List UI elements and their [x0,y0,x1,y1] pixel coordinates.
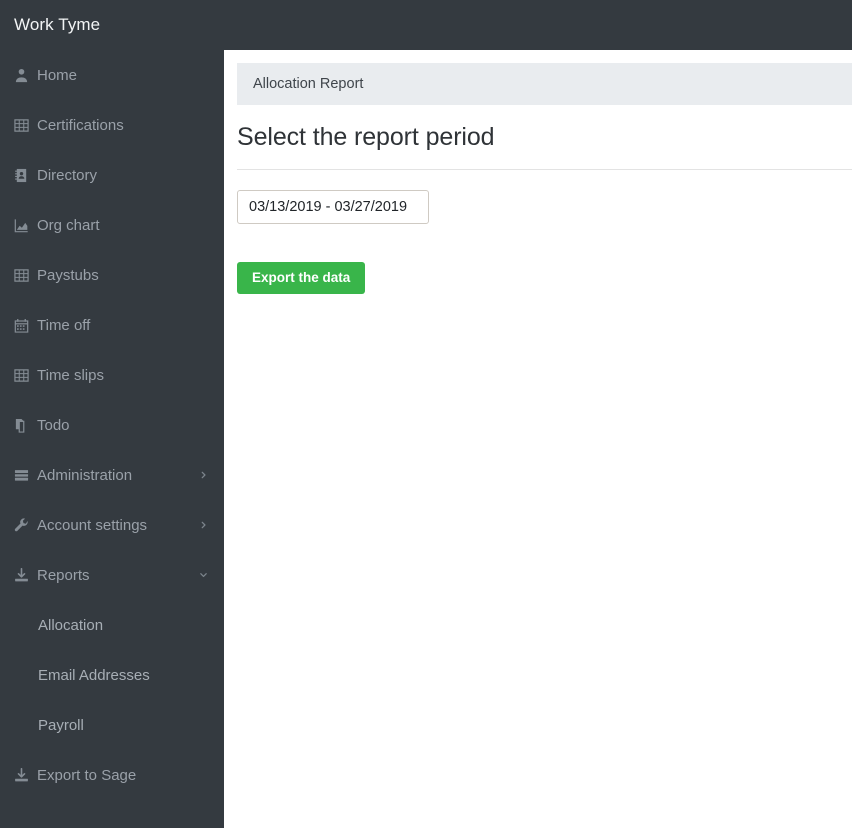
server-list-icon [14,468,36,483]
main-area: Allocation Report Select the report peri… [224,0,852,828]
sidebar-item-todo[interactable]: Todo [0,400,224,450]
sidebar-item-label: Account settings [37,516,148,534]
sidebar: Work Tyme Home Certifications Directory Org… [0,0,224,828]
sidebar-item-label: Org chart [37,216,100,234]
table-icon [14,268,36,283]
sidebar-subitem-payroll[interactable]: Payroll [0,700,224,750]
sidebar-item-label: Paystubs [37,266,99,284]
sidebar-item-label: Home [37,66,78,84]
sidebar-item-administration[interactable]: Administration [0,450,224,500]
sidebar-item-org-chart[interactable]: Org chart [0,200,224,250]
sidebar-item-label: Directory [37,166,98,184]
sidebar-item-label: Time slips [37,366,104,384]
panel-heading: Allocation Report [237,63,852,105]
sidebar-item-export-to-sage[interactable]: Export to Sage [0,750,224,800]
table-icon [14,368,36,383]
date-range-input[interactable] [237,190,429,224]
sidebar-nav: Home Certifications Directory Org chart Pays… [0,50,224,800]
user-icon [14,68,36,83]
sidebar-item-label: Reports [37,566,90,584]
chevron-down-icon[interactable] [199,571,208,580]
sidebar-item-time-off[interactable]: Time off [0,300,224,350]
sidebar-item-reports[interactable]: Reports [0,550,224,600]
sidebar-subitem-email-addresses[interactable]: Email Addresses [0,650,224,700]
page-title: Select the report period [237,123,495,151]
download-icon [14,567,36,583]
panel-heading-label: Allocation Report [253,76,364,92]
chevron-right-icon[interactable] [199,521,208,530]
sidebar-subitem-label: Allocation [38,616,104,634]
sidebar-item-label: Certifications [37,116,124,134]
download-icon [14,767,36,783]
sidebar-item-certifications[interactable]: Certifications [0,100,224,150]
sidebar-subitem-label: Payroll [38,716,84,734]
app-root: Work Tyme Home Certifications Directory Org… [0,0,852,828]
calendar-icon [14,318,36,333]
sidebar-item-time-slips[interactable]: Time slips [0,350,224,400]
report-form: Export the data [237,170,852,294]
copy-files-icon [14,418,36,433]
area-chart-icon [14,218,36,233]
sidebar-item-home[interactable]: Home [0,50,224,100]
sidebar-subitem-allocation[interactable]: Allocation [0,600,224,650]
table-icon [14,118,36,133]
sidebar-item-label: Export to Sage [37,766,137,784]
sidebar-item-label: Todo [37,416,70,434]
sidebar-subitem-label: Email Addresses [38,666,150,684]
wrench-icon [14,517,36,533]
address-book-icon [14,168,36,183]
sidebar-item-account-settings[interactable]: Account settings [0,500,224,550]
brand-title[interactable]: Work Tyme [0,0,224,50]
content: Allocation Report Select the report peri… [224,63,852,294]
sidebar-item-label: Administration [37,466,133,484]
sidebar-item-label: Time off [37,316,91,334]
chevron-right-icon[interactable] [199,471,208,480]
sidebar-item-paystubs[interactable]: Paystubs [0,250,224,300]
sidebar-item-directory[interactable]: Directory [0,150,224,200]
topbar [224,0,852,50]
export-data-button[interactable]: Export the data [237,262,366,294]
